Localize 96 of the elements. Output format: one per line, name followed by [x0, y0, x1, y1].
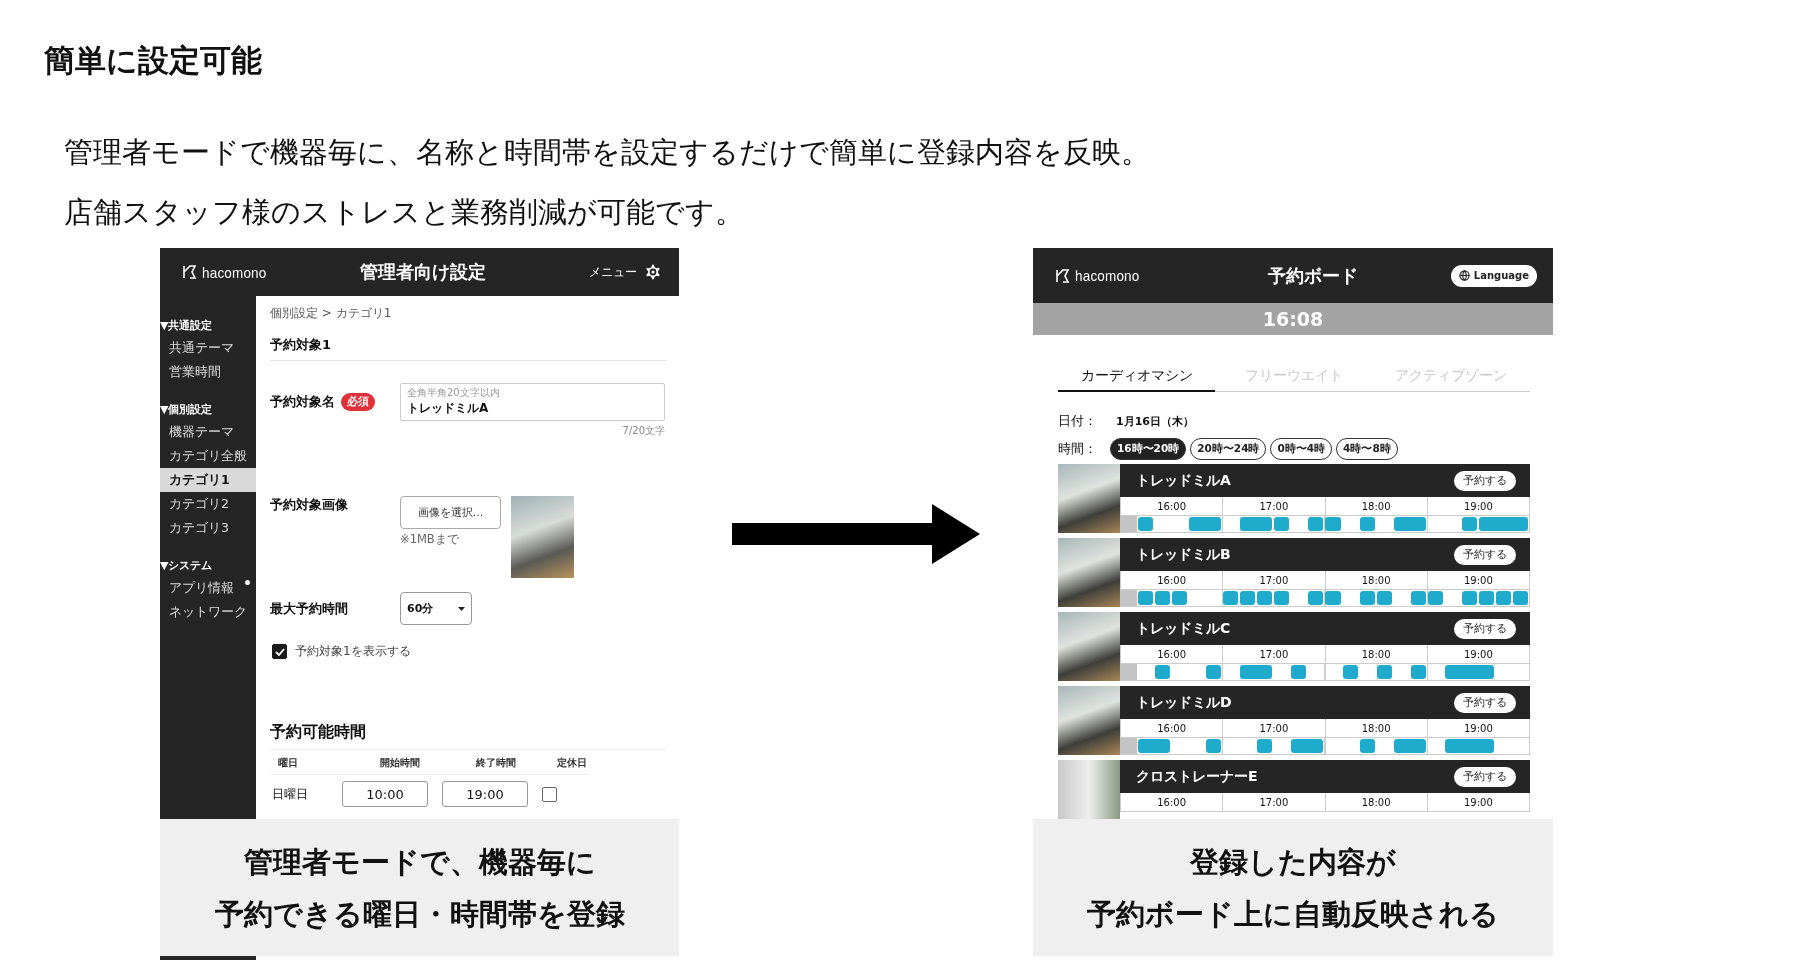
machine-name: トレッドミルC: [1136, 619, 1231, 638]
day-label: 日曜日: [271, 785, 309, 803]
sidebar-item[interactable]: 共通テーマ: [160, 336, 256, 360]
photo-placeholder: [1058, 538, 1120, 607]
check-icon: [274, 647, 285, 656]
start-time-field[interactable]: 10:00: [342, 781, 428, 807]
field-label: 予約対象画像: [270, 496, 348, 514]
arrow-icon: [732, 503, 980, 564]
sidebar-item[interactable]: カテゴリ1: [160, 468, 256, 492]
checkbox[interactable]: [272, 644, 287, 659]
reserve-button[interactable]: 予約する: [1454, 692, 1516, 713]
photo-placeholder: [1058, 612, 1120, 681]
sidebar-group-label[interactable]: ▼共通設定: [160, 316, 256, 336]
hour-header: 19:00: [1426, 645, 1529, 664]
language-button[interactable]: Language: [1450, 264, 1537, 287]
hour-header: 18:00: [1324, 719, 1427, 738]
reserve-button[interactable]: 予約する: [1454, 766, 1516, 787]
required-badge: 必須: [341, 393, 375, 411]
section-title: 予約対象1: [270, 336, 667, 361]
sidebar-group-label[interactable]: ▼システム: [160, 556, 256, 576]
hour-header: 19:00: [1426, 497, 1529, 516]
machine-name: トレッドミルA: [1136, 471, 1231, 490]
description-text: 管理者モードで機器毎に、名称と時間帯を設定するだけで簡単に登録内容を反映。: [64, 134, 1151, 171]
sidebar-item[interactable]: アプリ情報: [160, 576, 256, 600]
checkbox-label: 予約対象1を表示する: [295, 643, 411, 660]
checkbox[interactable]: [542, 786, 557, 802]
time-range-chip[interactable]: 16時〜20時: [1110, 438, 1187, 460]
menu-label[interactable]: メニュー: [589, 263, 637, 281]
column-header: 終了時間: [474, 756, 517, 770]
hour-header: 18:00: [1324, 571, 1427, 590]
hour-header: 19:00: [1426, 571, 1529, 590]
logo-icon: [1055, 267, 1071, 284]
reserve-button[interactable]: 予約する: [1454, 618, 1516, 639]
sidebar-item[interactable]: 機器テーマ: [160, 420, 256, 444]
reserve-button[interactable]: 予約する: [1454, 544, 1516, 565]
hour-header: 17:00: [1222, 571, 1325, 590]
description-text: 店舗スタッフ様のストレスと業務削減が可能です。: [64, 194, 745, 231]
sidebar-item[interactable]: カテゴリ3: [160, 516, 256, 540]
floating-label: 全角半角20文字以内: [407, 387, 501, 399]
photo-placeholder: [1058, 686, 1120, 755]
hour-header: 17:00: [1222, 497, 1325, 516]
field-value: トレッドミルA: [407, 400, 490, 417]
hour-header: 17:00: [1222, 645, 1325, 664]
sidebar-group-label[interactable]: ▼個別設定: [160, 400, 256, 420]
caption-text: 登録した内容が: [1190, 843, 1396, 881]
breadcrumb: 個別設定 > カテゴリ1: [270, 306, 393, 320]
size-note: ※1MBまで: [400, 532, 460, 547]
brand-name: hacomono: [1075, 267, 1140, 284]
photo-placeholder: [1058, 464, 1120, 533]
brand-name: hacomono: [202, 263, 267, 281]
hour-header: 19:00: [1426, 719, 1529, 738]
logo-icon: [182, 264, 198, 280]
hour-header: 17:00: [1222, 719, 1325, 738]
character-counter: 7/20文字: [622, 424, 665, 438]
hour-header: 16:00: [1120, 793, 1223, 812]
column-header: 開始時間: [379, 756, 421, 770]
caption-text: 管理者モードで、機器毎に: [243, 843, 596, 881]
field-label: 最大予約時間: [270, 599, 348, 618]
choose-image-button[interactable]: 画像を選択...: [400, 496, 501, 529]
globe-icon: [1458, 270, 1470, 281]
end-time-field[interactable]: 19:00: [442, 781, 528, 807]
hour-header: 18:00: [1324, 497, 1427, 516]
screen-title: 管理者向け設定: [359, 260, 486, 284]
photo-placeholder: [1058, 760, 1120, 819]
hour-header: 18:00: [1324, 645, 1427, 664]
current-time: 16:08: [1262, 308, 1324, 330]
hour-header: 17:00: [1222, 793, 1325, 812]
settings-icon[interactable]: [643, 262, 663, 282]
sidebar-item[interactable]: カテゴリ全般: [160, 444, 256, 468]
hour-header: 19:00: [1426, 793, 1529, 812]
page-heading: 簡単に設定可能: [44, 41, 263, 80]
sidebar-item[interactable]: カテゴリ2: [160, 492, 256, 516]
hour-header: 18:00: [1324, 793, 1427, 812]
machine-name: トレッドミルB: [1136, 545, 1231, 564]
name-input-field[interactable]: 全角半角20文字以内 トレッドミルA: [400, 383, 665, 421]
reserve-button[interactable]: 予約する: [1454, 470, 1516, 491]
time-label: 時間：: [1058, 440, 1098, 458]
sidebar-item[interactable]: 営業時間: [160, 360, 256, 384]
sidebar-item[interactable]: ネットワーク: [160, 600, 256, 624]
time-range-chip[interactable]: 4時〜8時: [1336, 438, 1398, 460]
machine-name: トレッドミルD: [1136, 693, 1232, 712]
date-label: 日付：: [1058, 412, 1098, 430]
time-range-chip[interactable]: 0時〜4時: [1270, 438, 1333, 460]
caret-icon: [458, 606, 465, 611]
time-range-chip[interactable]: 20時〜24時: [1190, 438, 1267, 460]
duration-select[interactable]: 60分: [400, 592, 472, 625]
field-label: 予約対象名: [270, 393, 335, 411]
column-header: 曜日: [278, 756, 299, 770]
section-title: 予約可能時間: [270, 722, 667, 750]
caption-text: 予約ボード上に自動反映される: [1087, 895, 1499, 933]
machine-name: クロストレーナーE: [1136, 767, 1258, 786]
column-header: 定休日: [556, 756, 588, 770]
caption-text: 予約できる曜日・時間帯を登録: [214, 895, 625, 933]
screen-title: 予約ボード: [1267, 263, 1358, 288]
date-value: 1月16日（木）: [1116, 413, 1194, 429]
category-tab[interactable]: カーディオマシン: [1058, 363, 1216, 392]
